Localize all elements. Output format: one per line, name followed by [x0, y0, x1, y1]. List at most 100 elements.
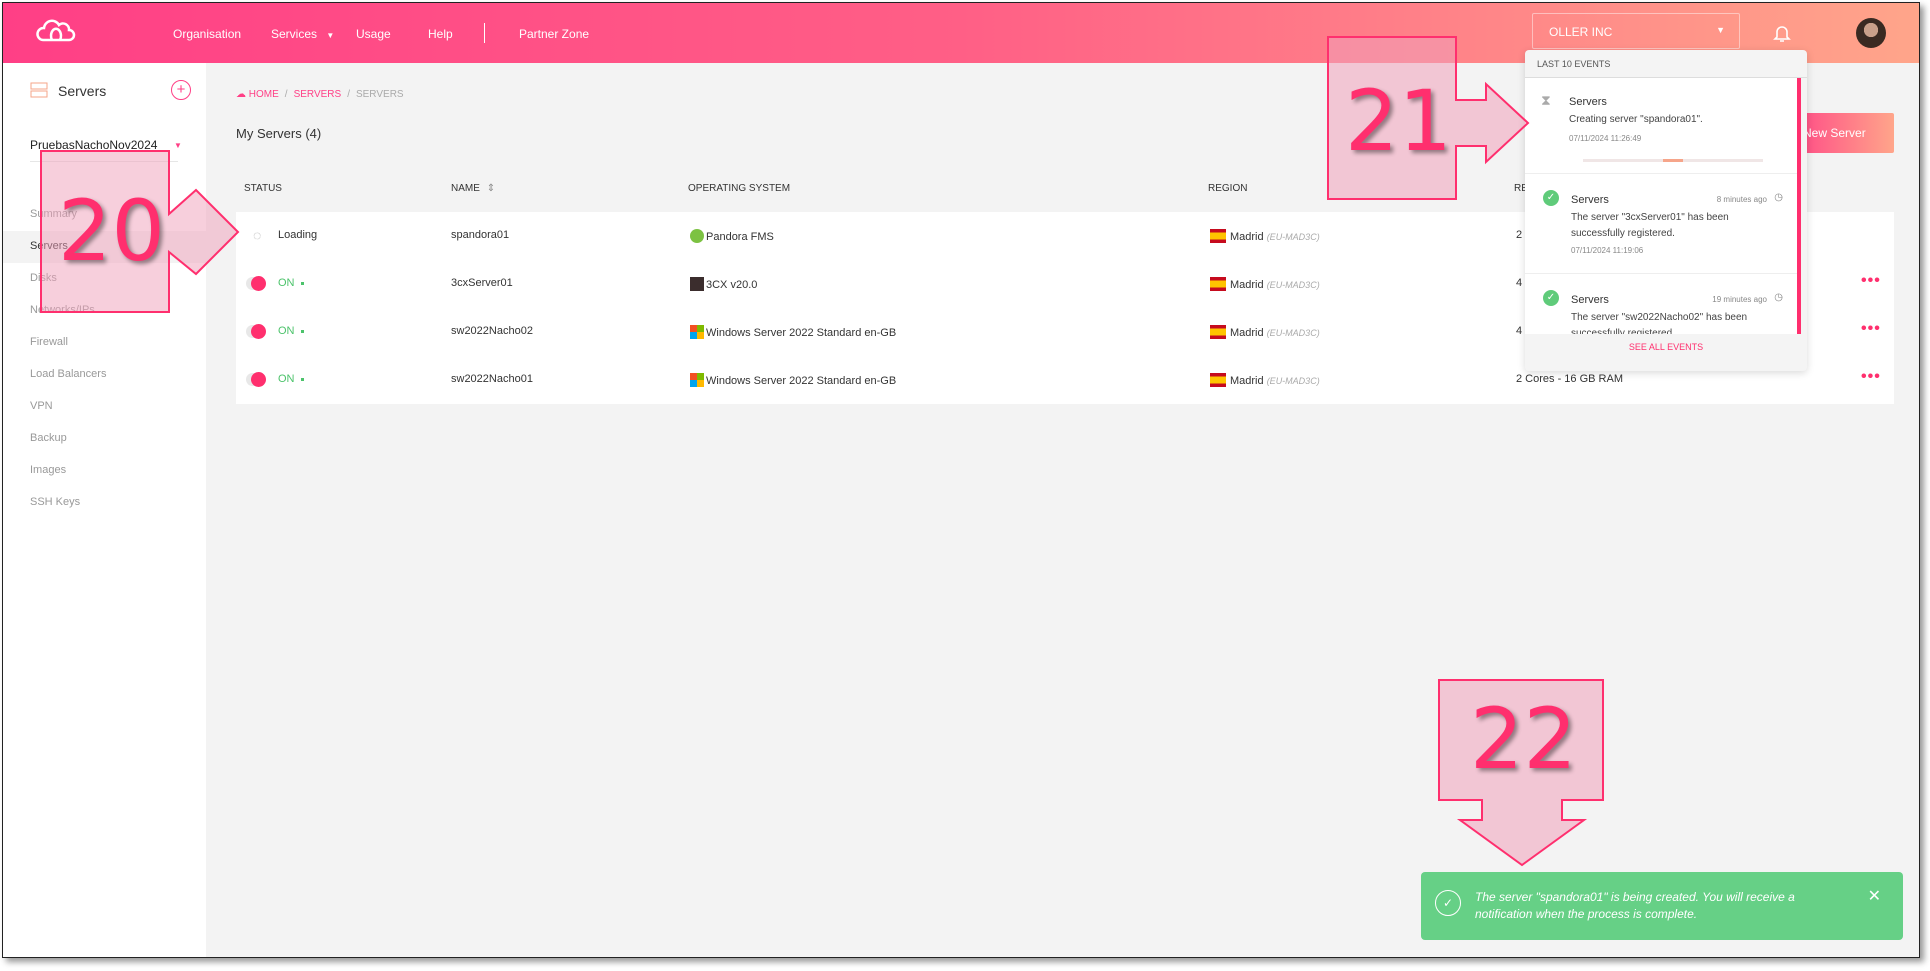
server-name[interactable]: sw2022Nacho01: [451, 373, 533, 385]
bell-icon[interactable]: [1773, 23, 1791, 43]
hourglass-icon: ⧗: [1541, 92, 1551, 108]
cloud-home-icon[interactable]: ☁: [236, 89, 246, 100]
callout-22: 22: [1470, 690, 1577, 788]
event-item[interactable]: ⧗ Servers Creating server "spandora01". …: [1525, 78, 1797, 174]
event-item[interactable]: ✓ Servers 19 minutes ago ◷ The server "s…: [1525, 274, 1797, 334]
events-header: LAST 10 EVENTS: [1525, 50, 1807, 78]
check-circle-icon: ✓: [1435, 890, 1461, 916]
sidebar-item-vpn[interactable]: VPN: [3, 391, 206, 423]
sidebar-item-ssh-keys[interactable]: SSH Keys: [3, 487, 206, 519]
region-name: Madrid: [1230, 231, 1264, 243]
more-options-icon[interactable]: •••: [1861, 320, 1881, 338]
spain-flag-icon: [1210, 373, 1226, 387]
nav-organisation[interactable]: Organisation: [173, 27, 241, 41]
region-name: Madrid: [1230, 327, 1264, 339]
os-name: Windows Server 2022 Standard en-GB: [706, 375, 897, 387]
cloud-logo-icon[interactable]: [35, 19, 77, 43]
events-dropdown: LAST 10 EVENTS ⧗ Servers Creating server…: [1525, 50, 1807, 371]
event-date: 07/11/2024 11:19:06: [1571, 246, 1644, 255]
progress-bar: [1583, 159, 1763, 162]
power-toggle[interactable]: [246, 324, 266, 339]
add-server-button[interactable]: +: [171, 80, 191, 100]
column-name-label: NAME: [451, 183, 480, 194]
spain-flag-icon: [1210, 277, 1226, 291]
notification-toast: ✓ The server "spandora01" is being creat…: [1421, 872, 1903, 940]
region-code: (EU-MAD3C): [1266, 328, 1320, 338]
power-toggle[interactable]: [246, 276, 266, 291]
more-options-icon[interactable]: •••: [1861, 368, 1881, 386]
close-icon[interactable]: ✕: [1868, 886, 1881, 906]
os-name: 3CX v20.0: [706, 279, 758, 291]
events-list[interactable]: ⧗ Servers Creating server "spandora01". …: [1525, 78, 1801, 334]
breadcrumb-home[interactable]: HOME: [249, 89, 279, 100]
spain-flag-icon: [1210, 325, 1226, 339]
breadcrumb-current: SERVERS: [355, 89, 404, 100]
windows-icon: [690, 373, 704, 387]
nav-usage[interactable]: Usage: [356, 27, 391, 41]
callout-20: 20: [58, 182, 165, 280]
sidebar-title: Servers: [58, 83, 107, 99]
os-name: Pandora FMS: [706, 231, 774, 243]
server-name[interactable]: 3cxServer01: [451, 277, 513, 289]
column-name[interactable]: NAME ⇕: [451, 183, 495, 194]
server-name[interactable]: sw2022Nacho02: [451, 325, 533, 337]
divider: [30, 161, 178, 162]
server-name[interactable]: spandora01: [451, 229, 509, 241]
status-text: ON: [278, 325, 304, 337]
user-avatar[interactable]: [1856, 18, 1886, 48]
event-message: The server "sw2022Nacho02" has been succ…: [1571, 312, 1748, 334]
power-toggle[interactable]: [246, 372, 266, 387]
server-icon: [30, 82, 48, 98]
column-os: OPERATING SYSTEM: [688, 183, 791, 194]
chevron-down-icon: ▼: [1716, 25, 1725, 35]
column-region: REGION: [1208, 183, 1248, 194]
status-text: Loading: [278, 229, 318, 241]
toast-message: The server "spandora01" is being created…: [1475, 890, 1795, 921]
event-title: Servers: [1569, 96, 1607, 108]
nav-services-label: Services: [271, 27, 318, 41]
project-select[interactable]: PruebasNachoNov2024: [30, 138, 157, 152]
column-status: STATUS: [244, 183, 282, 194]
sidebar-item-backup[interactable]: Backup: [3, 423, 206, 455]
region-code: (EU-MAD3C): [1266, 280, 1320, 290]
sidebar-item-images[interactable]: Images: [3, 455, 206, 487]
see-all-events-link[interactable]: SEE ALL EVENTS: [1525, 342, 1807, 352]
pandora-icon: [690, 229, 704, 243]
event-message: The server "3cxServer01" has been succes…: [1571, 212, 1729, 239]
event-message: Creating server "spandora01".: [1569, 114, 1703, 125]
organisation-value: OLLER INC: [1549, 25, 1613, 39]
event-time-ago: 19 minutes ago: [1712, 295, 1767, 304]
sidebar-item-firewall[interactable]: Firewall: [3, 327, 206, 359]
event-title: Servers: [1571, 294, 1609, 306]
event-date: 07/11/2024 11:26:49: [1569, 134, 1642, 143]
spain-flag-icon: [1210, 229, 1226, 243]
sort-icon[interactable]: ⇕: [487, 183, 495, 194]
region-code: (EU-MAD3C): [1266, 376, 1320, 386]
clock-icon: ◷: [1774, 192, 1783, 203]
nav-partner-zone[interactable]: Partner Zone: [519, 27, 589, 41]
check-circle-icon: ✓: [1543, 290, 1559, 306]
event-item[interactable]: ✓ Servers 8 minutes ago ◷ The server "3c…: [1525, 174, 1797, 274]
sidebar-item-networks[interactable]: Networks/IPs: [3, 295, 206, 327]
event-time-ago: 8 minutes ago: [1716, 195, 1767, 204]
status-text: ON: [278, 277, 304, 289]
os-name: Windows Server 2022 Standard en-GB: [706, 327, 897, 339]
region-code: (EU-MAD3C): [1266, 232, 1320, 242]
status-text: ON: [278, 373, 304, 385]
3cx-icon: [690, 277, 704, 291]
region-name: Madrid: [1230, 375, 1264, 387]
windows-icon: [690, 325, 704, 339]
sidebar-item-load-balancers[interactable]: Load Balancers: [3, 359, 206, 391]
callout-21: 21: [1345, 72, 1452, 170]
nav-help[interactable]: Help: [428, 27, 453, 41]
more-options-icon[interactable]: •••: [1861, 272, 1881, 290]
page-title: My Servers (4): [236, 126, 322, 141]
breadcrumb-servers[interactable]: SERVERS: [294, 89, 342, 100]
resources: 2 Cores - 16 GB RAM: [1516, 373, 1623, 385]
organisation-select[interactable]: OLLER INC ▼: [1532, 13, 1740, 49]
nav-services[interactable]: Services ▼: [271, 27, 334, 41]
loading-spinner-icon: ◌: [253, 227, 262, 243]
chevron-down-icon[interactable]: ▼: [174, 141, 182, 150]
app-window: Organisation Services ▼ Usage Help Partn…: [2, 2, 1920, 958]
nav-divider: [484, 23, 485, 43]
